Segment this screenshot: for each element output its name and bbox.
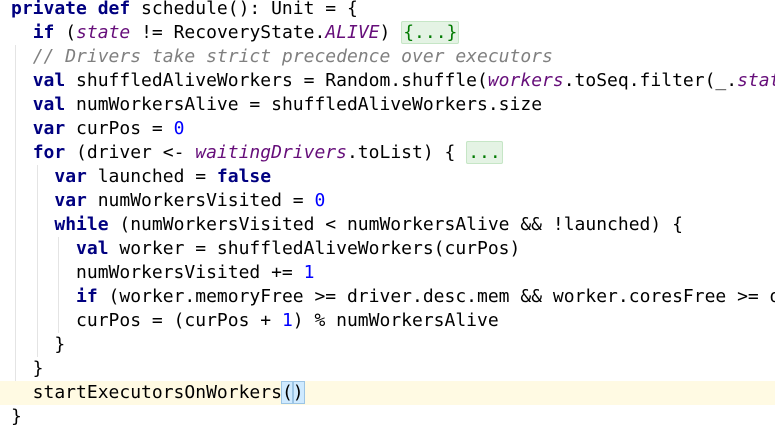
code-token: 1 bbox=[303, 262, 315, 283]
code-token: private def bbox=[11, 0, 131, 19]
code-token: startExecutorsOnWorkers bbox=[11, 382, 282, 403]
code-editor[interactable]: private def schedule(): Unit = { if (sta… bbox=[0, 0, 775, 435]
code-line[interactable]: curPos = (curPos + 1) % numWorkersAlive bbox=[0, 309, 775, 333]
code-token: launched = bbox=[86, 166, 217, 187]
code-token: (numWorkersVisited < numWorkersAlive && … bbox=[108, 214, 683, 235]
code-line[interactable]: } bbox=[0, 333, 775, 357]
code-line[interactable]: } bbox=[0, 405, 775, 429]
code-line[interactable]: while (numWorkersVisited < numWorkersAli… bbox=[0, 213, 775, 237]
code-token: state bbox=[737, 70, 775, 91]
code-token: worker = shuffledAliveWorkers(curPos) bbox=[108, 238, 521, 259]
code-line[interactable]: val numWorkersAlive = shuffledAliveWorke… bbox=[0, 93, 775, 117]
code-token: } bbox=[11, 334, 66, 355]
code-line[interactable]: if (state != RecoveryState.ALIVE) {...} bbox=[0, 21, 775, 45]
code-token: val bbox=[32, 94, 66, 115]
code-token: val bbox=[32, 70, 66, 91]
code-token: ) bbox=[291, 381, 305, 404]
code-token: schedule(): Unit = { bbox=[130, 0, 358, 19]
code-token: workers bbox=[487, 70, 564, 91]
code-line[interactable]: val shuffledAliveWorkers = Random.shuffl… bbox=[0, 69, 775, 93]
code-token: val bbox=[76, 238, 109, 259]
code-line[interactable]: val worker = shuffledAliveWorkers(curPos… bbox=[0, 237, 775, 261]
code-token: state bbox=[76, 22, 131, 43]
code-token: ( bbox=[280, 381, 294, 404]
code-token: while bbox=[54, 214, 109, 235]
code-line[interactable]: } bbox=[0, 357, 775, 381]
code-token: (worker.memoryFree >= driver.desc.mem &&… bbox=[97, 286, 775, 307]
code-token: numWorkersVisited = bbox=[86, 190, 315, 211]
code-token: curPos = (curPos + bbox=[11, 310, 282, 331]
code-comment: // Drivers take strict precedence over e… bbox=[32, 46, 553, 67]
code-token: var bbox=[32, 118, 66, 139]
code-line[interactable]: private def schedule(): Unit = { bbox=[0, 0, 775, 21]
code-token: ) bbox=[379, 22, 402, 43]
code-token: != RecoveryState. bbox=[130, 22, 326, 43]
code-line[interactable]: if (worker.memoryFree >= driver.desc.mem… bbox=[0, 285, 775, 309]
code-token: } bbox=[11, 358, 44, 379]
code-line[interactable]: var curPos = 0 bbox=[0, 117, 775, 141]
code-line[interactable]: var numWorkersVisited = 0 bbox=[0, 189, 775, 213]
code-token: 1 bbox=[281, 310, 293, 331]
code-line[interactable]: // Drivers take strict precedence over e… bbox=[0, 45, 775, 69]
code-token: var bbox=[54, 166, 87, 187]
code-token: ALIVE bbox=[325, 22, 380, 43]
code-token: waitingDrivers bbox=[195, 142, 347, 163]
code-token: numWorkersVisited += bbox=[11, 262, 304, 283]
code-line[interactable]: var launched = false bbox=[0, 165, 775, 189]
code-token: ( bbox=[54, 22, 77, 43]
code-token: for bbox=[32, 142, 66, 163]
code-line[interactable]: numWorkersVisited += 1 bbox=[0, 261, 775, 285]
code-token: } bbox=[11, 406, 22, 427]
code-token: false bbox=[216, 166, 272, 187]
code-token: 0 bbox=[173, 118, 185, 139]
code-token: (driver <- bbox=[65, 142, 196, 163]
code-token: numWorkersAlive = shuffledAliveWorkers.s… bbox=[65, 94, 543, 115]
code-token: shuffledAliveWorkers = Random.shuffle( bbox=[65, 70, 488, 91]
code-token: var bbox=[54, 190, 87, 211]
code-line[interactable]: for (driver <- waitingDrivers.toList) { … bbox=[0, 141, 775, 165]
folded-code-block[interactable]: ... bbox=[466, 141, 503, 164]
code-token: .toSeq.filter(_. bbox=[563, 70, 738, 91]
code-token: if bbox=[76, 286, 98, 307]
folded-code-block[interactable]: {...} bbox=[401, 21, 460, 44]
code-token: ) % numWorkersAlive bbox=[292, 310, 499, 331]
code-token: .toList) { bbox=[346, 142, 467, 163]
code-line[interactable]: startExecutorsOnWorkers() bbox=[0, 381, 775, 405]
code-token: 0 bbox=[314, 190, 326, 211]
code-token: curPos = bbox=[65, 118, 174, 139]
code-token: if bbox=[32, 22, 55, 43]
